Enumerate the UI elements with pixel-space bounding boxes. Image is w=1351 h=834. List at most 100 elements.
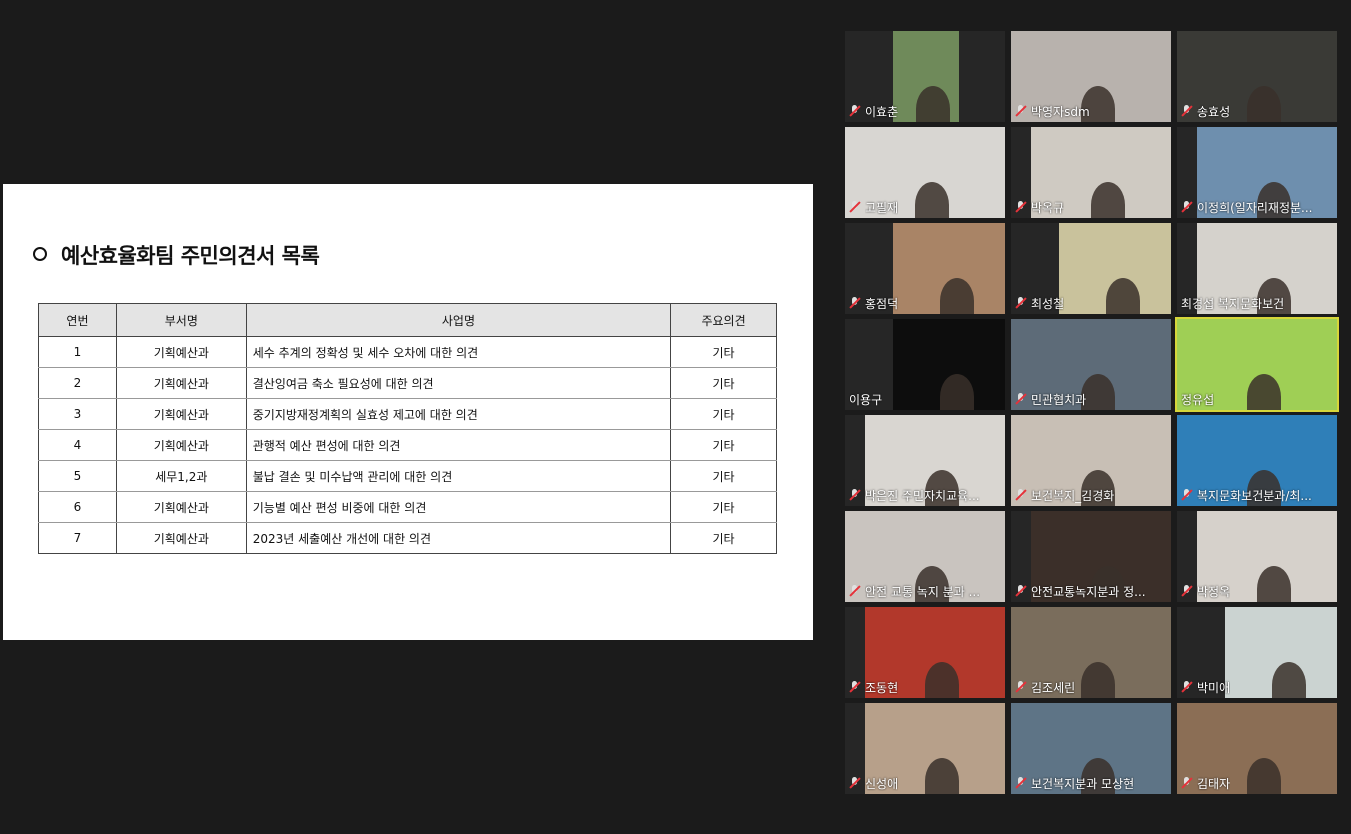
- participant-name: 보건복지_김경화: [1031, 488, 1115, 503]
- opinion-cell: 기타: [670, 460, 777, 492]
- participant-name: 최성철: [1031, 296, 1065, 311]
- participant-tile[interactable]: 박미애: [1177, 607, 1337, 698]
- table-row: 5 세무1,2과 불납 결손 및 미수납액 관리에 대한 의견 기타: [38, 460, 777, 492]
- muted-mic-icon: [1015, 297, 1027, 309]
- column-header: 연번: [38, 303, 117, 337]
- table-row: 6 기획예산과 기능별 예산 편성 비중에 대한 의견 기타: [38, 491, 777, 523]
- opinion-cell: 기타: [670, 429, 777, 461]
- muted-mic-icon: [849, 489, 861, 501]
- participant-name-label: 정유섭: [1181, 391, 1214, 407]
- participant-name: 김조세린: [1031, 680, 1076, 695]
- opinion-cell: 기타: [670, 336, 777, 368]
- participant-tile[interactable]: 안전교통녹지분과 정...: [1011, 511, 1171, 602]
- participant-tile[interactable]: 박영자sdm: [1011, 31, 1171, 122]
- participant-name: 복지문화보건분과/최...: [1197, 488, 1312, 503]
- opinion-cell: 기타: [670, 491, 777, 523]
- table-row: 1 기획예산과 세수 추계의 정확성 및 세수 오차에 대한 의견 기타: [38, 336, 777, 368]
- participant-name: 박미애: [1197, 680, 1231, 695]
- participant-name-label: 보건복지_김경화: [1015, 487, 1114, 503]
- participant-tile[interactable]: 민관협치과: [1011, 319, 1171, 410]
- muted-mic-icon: [1015, 681, 1027, 693]
- participant-name-label: 조동현: [849, 679, 898, 695]
- participant-name: 박영자sdm: [1031, 104, 1090, 119]
- participant-tile[interactable]: 보건복지_김경화: [1011, 415, 1171, 506]
- participant-name: 홍점덕: [865, 296, 899, 311]
- participant-tile[interactable]: 보건복지분과 모상현: [1011, 703, 1171, 794]
- participant-name-label: 김조세린: [1015, 679, 1075, 695]
- participant-name: 신성애: [865, 776, 899, 791]
- participant-name-label: 박영자sdm: [1015, 103, 1090, 119]
- opinion-table: 연번 부서명 사업명 주요의견 1 기획예산과 세수 추계의 정확성 및 세수 오차…: [38, 303, 777, 554]
- participant-name-label: 안전 교통 녹지 분과 ...: [849, 583, 980, 599]
- muted-mic-icon: [849, 297, 861, 309]
- participant-tile[interactable]: 최성철: [1011, 223, 1171, 314]
- opinion-cell: 기타: [670, 367, 777, 399]
- project-name-cell: 불납 결손 및 미수납액 관리에 대한 의견: [245, 460, 672, 492]
- participant-name: 민관협치과: [1031, 392, 1087, 407]
- participant-name-label: 송효성: [1181, 103, 1230, 119]
- muted-mic-icon: [1181, 105, 1193, 117]
- table-header-row: 연번 부서명 사업명 주요의견: [38, 303, 777, 337]
- participant-tile[interactable]: 복지문화보건분과/최...: [1177, 415, 1337, 506]
- participant-name: 최경섭 복지문화보건: [1181, 296, 1285, 311]
- participant-name-label: 신성애: [849, 775, 898, 791]
- column-header: 사업명: [245, 303, 672, 337]
- participant-name-label: 박미애: [1181, 679, 1230, 695]
- muted-mic-icon: [1015, 585, 1027, 597]
- department-cell: 기획예산과: [115, 398, 247, 430]
- muted-mic-icon: [849, 105, 861, 117]
- muted-mic-icon: [849, 681, 861, 693]
- participant-name: 정유섭: [1181, 392, 1215, 407]
- participant-tile[interactable]: 정유섭: [1175, 317, 1339, 412]
- participant-name-label: 박옥규: [1015, 199, 1064, 215]
- participant-tile[interactable]: 홍점덕: [845, 223, 1005, 314]
- muted-mic-icon: [1015, 393, 1027, 405]
- participant-tile[interactable]: 최경섭 복지문화보건: [1177, 223, 1337, 314]
- participant-name-label: 이용구: [849, 391, 882, 407]
- participant-tile[interactable]: 이효춘: [845, 31, 1005, 122]
- participant-tile[interactable]: 안전 교통 녹지 분과 ...: [845, 511, 1005, 602]
- row-number: 3: [38, 398, 117, 430]
- participant-tile[interactable]: 김태자: [1177, 703, 1337, 794]
- participant-tile[interactable]: 박정옥: [1177, 511, 1337, 602]
- participant-name: 보건복지분과 모상현: [1031, 776, 1135, 791]
- department-cell: 기획예산과: [115, 491, 247, 523]
- participant-name-label: 이효춘: [849, 103, 898, 119]
- muted-mic-icon: [1181, 201, 1193, 213]
- department-cell: 세무1,2과: [115, 460, 247, 492]
- muted-mic-icon: [1181, 777, 1193, 789]
- participant-tile[interactable]: 박옥규: [1011, 127, 1171, 218]
- row-number: 4: [38, 429, 117, 461]
- participant-name-label: 최성철: [1015, 295, 1064, 311]
- muted-mic-icon: [849, 777, 861, 789]
- participant-tile[interactable]: 이정희(일자리재정분...: [1177, 127, 1337, 218]
- participant-name-label: 최경섭 복지문화보건: [1181, 295, 1284, 311]
- participant-tile[interactable]: 이용구: [845, 319, 1005, 410]
- shared-screen: 예산효율화팀 주민의견서 목록 연번 부서명 사업명 주요의견 1 기획예산과 세수…: [3, 184, 813, 640]
- muted-mic-icon: [1015, 201, 1027, 213]
- participant-tile[interactable]: 신성애: [845, 703, 1005, 794]
- project-name-cell: 결산잉여금 축소 필요성에 대한 의견: [245, 367, 672, 399]
- participant-tile[interactable]: 김조세린: [1011, 607, 1171, 698]
- participant-tile[interactable]: 고필재: [845, 127, 1005, 218]
- participant-name: 송효성: [1197, 104, 1231, 119]
- participant-tile[interactable]: 송효성: [1177, 31, 1337, 122]
- opinion-cell: 기타: [670, 522, 777, 554]
- row-number: 6: [38, 491, 117, 523]
- participant-name-label: 복지문화보건분과/최...: [1181, 487, 1312, 503]
- participant-tile[interactable]: 박은진 주민자치교육...: [845, 415, 1005, 506]
- table-row: 7 기획예산과 2023년 세출예산 개선에 대한 의견 기타: [38, 522, 777, 554]
- column-header: 주요의견: [670, 303, 777, 337]
- participant-name: 안전 교통 녹지 분과 ...: [865, 584, 981, 599]
- row-number: 5: [38, 460, 117, 492]
- muted-mic-icon: [849, 585, 861, 597]
- project-name-cell: 2023년 세출예산 개선에 대한 의견: [245, 522, 672, 554]
- circle-bullet-icon: [33, 247, 47, 261]
- project-name-cell: 세수 추계의 정확성 및 세수 오차에 대한 의견: [245, 336, 672, 368]
- muted-mic-icon: [1181, 681, 1193, 693]
- participant-tile[interactable]: 조동현: [845, 607, 1005, 698]
- project-name-cell: 기능별 예산 편성 비중에 대한 의견: [245, 491, 672, 523]
- slide-title: 예산효율화팀 주민의견서 목록: [33, 240, 320, 270]
- participant-name-label: 박정옥: [1181, 583, 1230, 599]
- participant-name: 이효춘: [865, 104, 899, 119]
